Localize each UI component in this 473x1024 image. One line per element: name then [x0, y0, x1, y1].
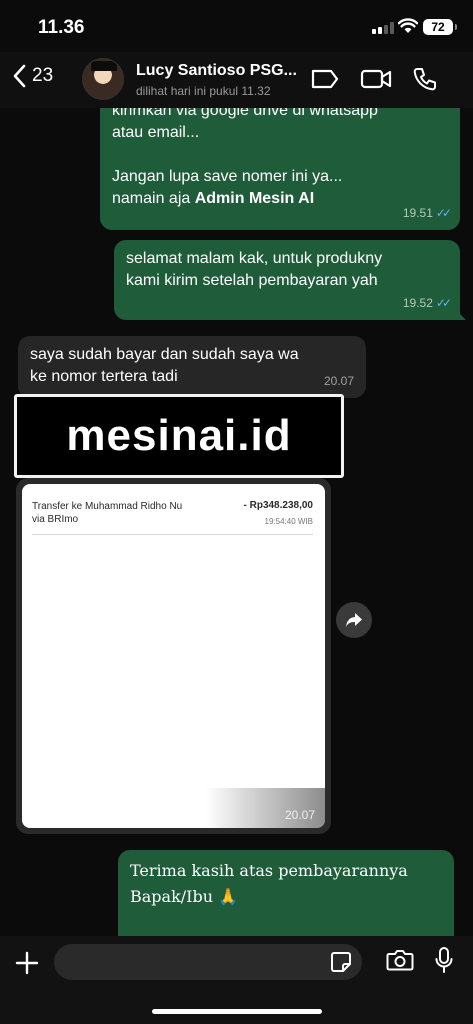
- message-line: Jangan lupa save nomer ini ya...: [112, 168, 343, 185]
- message-time: 20.07: [284, 808, 315, 822]
- avatar[interactable]: [82, 58, 124, 100]
- receipt-title: Transfer ke Muhammad Ridho Nu via BRImo: [32, 501, 183, 525]
- composer-bar: [0, 936, 473, 1024]
- back-chevron-icon: [13, 64, 26, 88]
- message-meta: 19.52 ✓✓: [402, 292, 452, 314]
- status-time: 11.36: [38, 17, 85, 38]
- cellular-signal-icon: [372, 22, 394, 34]
- message-meta: 20.07: [324, 370, 354, 392]
- forward-button[interactable]: [336, 602, 372, 638]
- battery-indicator: 72: [423, 19, 457, 35]
- video-call-icon[interactable]: [360, 66, 392, 92]
- chat-header: 23 Lucy Santioso PSG... dilihat hari ini…: [0, 52, 473, 108]
- message-text: namain aja: [112, 190, 195, 207]
- sticker-icon[interactable]: [330, 951, 352, 973]
- chat-messages[interactable]: kirimkan via google drive di whatsapp at…: [0, 108, 473, 936]
- message-line: namain aja Admin Mesin AI: [112, 188, 448, 210]
- camera-icon[interactable]: [386, 948, 414, 972]
- contact-name[interactable]: Lucy Santioso PSG...: [136, 62, 297, 80]
- message-line: kirimkan via google drive di whatsapp: [112, 108, 378, 119]
- message-meta: 19.51 ✓✓: [402, 202, 452, 224]
- message-outgoing[interactable]: selamat malam kak, untuk produkny kami k…: [114, 240, 466, 320]
- message-input[interactable]: [54, 944, 362, 980]
- home-indicator: [152, 1009, 322, 1014]
- message-line: atau email...: [112, 124, 200, 141]
- message-text: saya sudah bayar dan sudah saya wa ke no…: [30, 346, 299, 385]
- transfer-receipt-image[interactable]: Transfer ke Muhammad Ridho Nu via BRImo …: [22, 484, 325, 828]
- message-outgoing[interactable]: Terima kasih atas pembayarannya Bapak/Ib…: [118, 850, 454, 936]
- message-incoming[interactable]: saya sudah bayar dan sudah saya wa ke no…: [18, 336, 366, 398]
- read-receipt-icon: ✓✓: [435, 206, 452, 220]
- forward-icon: [346, 613, 362, 627]
- watermark-label: mesinai.id: [14, 394, 344, 478]
- image-message[interactable]: Transfer ke Muhammad Ridho Nu via BRImo …: [16, 478, 331, 834]
- message-time: 20.07: [323, 374, 354, 388]
- wifi-icon: [398, 18, 418, 33]
- message-outgoing[interactable]: kirimkan via google drive di whatsapp at…: [100, 108, 460, 230]
- phone-icon[interactable]: [412, 66, 438, 92]
- message-time: 19.51: [402, 206, 433, 220]
- receipt-amount: - Rp348.238,00: [243, 500, 314, 511]
- read-receipt-icon: ✓✓: [435, 296, 452, 310]
- video-tag-icon[interactable]: [310, 66, 340, 92]
- message-text: selamat malam kak, untuk produkny kami k…: [126, 250, 383, 289]
- microphone-icon[interactable]: [434, 946, 454, 974]
- back-button[interactable]: 23: [12, 64, 53, 88]
- message-text: Terima kasih atas pembayarannya Bapak/Ib…: [130, 861, 408, 906]
- message-line: [112, 144, 448, 166]
- message-time: 19.52: [402, 296, 433, 310]
- status-bar: 11.36 72: [0, 0, 473, 52]
- receipt-time: 19:54:40 WIB: [264, 517, 313, 526]
- plus-icon[interactable]: [14, 950, 40, 976]
- message-bold-text: Admin Mesin AI: [194, 190, 315, 207]
- unread-count: 23: [32, 65, 54, 86]
- last-seen-status: dilihat hari ini pukul 11.32: [136, 84, 271, 98]
- receipt-divider: [32, 534, 313, 535]
